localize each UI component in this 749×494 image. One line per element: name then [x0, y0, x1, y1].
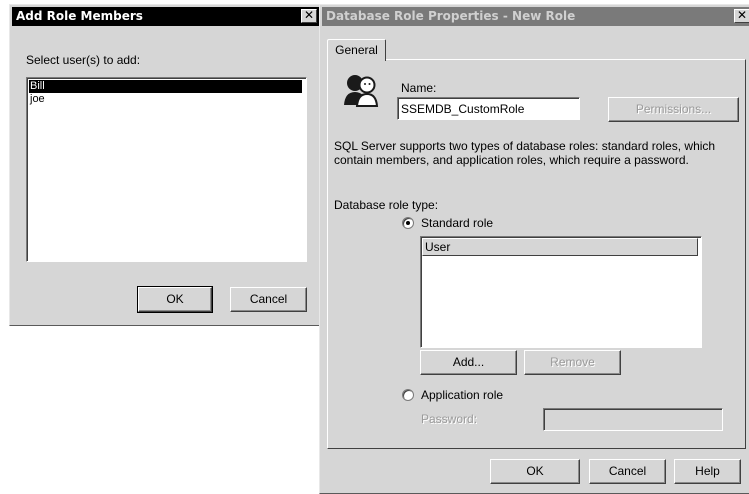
permissions-button[interactable]: Permissions... — [608, 97, 739, 122]
add-role-members-dialog: Add Role Members ✕ Select user(s) to add… — [9, 4, 322, 326]
add-role-members-titlebar[interactable]: Add Role Members ✕ — [12, 7, 319, 26]
members-column-header-label: User — [425, 240, 451, 254]
name-field[interactable]: SSEMDB_CustomRole — [397, 97, 580, 120]
name-label: Name: — [401, 81, 437, 95]
select-users-label: Select user(s) to add: — [26, 53, 141, 67]
close-icon[interactable]: ✕ — [734, 9, 749, 23]
application-role-label[interactable]: Application role — [421, 388, 503, 402]
ok-button[interactable]: OK — [490, 459, 580, 484]
users-group-icon — [342, 71, 382, 109]
name-field-value: SSEMDB_CustomRole — [401, 102, 525, 116]
cancel-button[interactable]: Cancel — [589, 459, 666, 484]
list-item-bill[interactable]: Bill — [29, 80, 302, 93]
role-members-list[interactable]: User — [420, 236, 702, 348]
list-item-label: Bill — [30, 80, 45, 92]
standard-role-radio[interactable] — [402, 217, 414, 229]
help-button[interactable]: Help — [674, 459, 741, 484]
tab-general-label: General — [335, 43, 378, 57]
role-properties-title: Database Role Properties - New Role — [326, 9, 576, 23]
role-properties-dialog: Database Role Properties - New Role ✕ Ge… — [319, 4, 749, 494]
members-column-header[interactable]: User — [422, 238, 698, 256]
password-label: Password: — [421, 412, 478, 426]
password-field[interactable] — [543, 408, 723, 431]
users-list[interactable]: Bill joe — [26, 77, 307, 262]
close-icon[interactable]: ✕ — [301, 9, 317, 23]
cancel-button[interactable]: Cancel — [230, 287, 307, 312]
tab-general[interactable]: General — [327, 39, 386, 61]
list-item-label: joe — [30, 93, 45, 105]
ok-button[interactable]: OK — [137, 286, 213, 313]
description-text: SQL Server supports two types of databas… — [334, 139, 716, 167]
radio-selected-dot — [406, 221, 410, 225]
application-role-radio[interactable] — [402, 389, 414, 401]
role-properties-titlebar[interactable]: Database Role Properties - New Role ✕ — [322, 7, 749, 26]
role-type-label: Database role type: — [334, 198, 439, 212]
add-button[interactable]: Add... — [420, 350, 517, 375]
add-role-members-title: Add Role Members — [16, 9, 143, 23]
remove-button[interactable]: Remove — [524, 350, 621, 375]
list-item-joe[interactable]: joe — [29, 93, 302, 106]
standard-role-label[interactable]: Standard role — [421, 216, 493, 230]
